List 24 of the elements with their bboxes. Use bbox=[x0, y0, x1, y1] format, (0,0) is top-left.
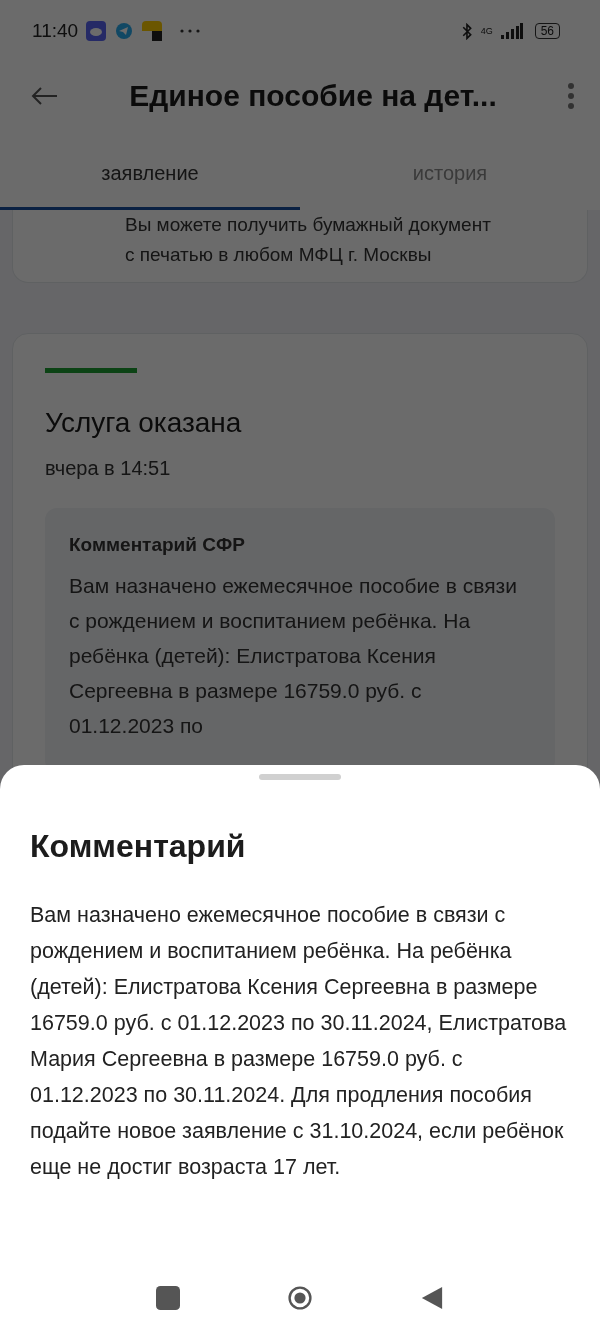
comment-title: Комментарий СФР bbox=[69, 534, 245, 555]
comment-text: Вам назначено ежемесячное пособие в связи с рождением и воспитанием ребёнка. На ребёнка (детей): Елистратова Ксения Сергеевна в размере 16759.0 руб. с 01.12.2023 по 30.11.2024, Елистратова Мария Сергеевна в размере 16759.0 руб. с 01.12.2023 по 30.11.2024. Для продления пособия подайте новое заявление с 31.10.2024, если ребёнок еще не достиг возраста 17 лет. bbox=[30, 902, 568, 1181]
status-time: 11:40 bbox=[32, 20, 79, 42]
more-options-icon[interactable] bbox=[568, 83, 574, 109]
recent-apps-icon[interactable] bbox=[156, 1286, 180, 1310]
status-time-text: вчера в 14:51 bbox=[45, 457, 172, 480]
sheet-title: Комментарий bbox=[30, 828, 247, 865]
back-arrow-icon[interactable] bbox=[30, 86, 58, 106]
back-icon[interactable] bbox=[420, 1286, 444, 1310]
home-icon[interactable] bbox=[288, 1286, 312, 1310]
taxi-app-icon bbox=[142, 21, 163, 41]
paper-plane-icon bbox=[114, 21, 135, 41]
chat-app-icon bbox=[86, 21, 107, 41]
status-title: Услуга оказана bbox=[45, 407, 243, 439]
drag-handle[interactable] bbox=[259, 774, 341, 780]
bluetooth-icon bbox=[461, 22, 473, 40]
signal-icon bbox=[500, 23, 523, 39]
page-title: Единое пособие на дет... bbox=[128, 79, 498, 113]
comment-text: Вам назначено ежемесячное пособие в связи с рождением и воспитанием ребёнка. На ребёнка (детей): Елистратова Ксения Сергеевна в размере 16759.0 руб. с 01.12.2023 по bbox=[69, 573, 518, 739]
info-text: Вы можете получить бумажный документ bbox=[125, 213, 492, 237]
more-notifications-icon bbox=[180, 29, 201, 33]
info-text: с печатью в любом МФЦ г. Москвы bbox=[125, 243, 433, 267]
battery-indicator: 56 bbox=[534, 23, 560, 39]
network-type: 4G bbox=[480, 26, 493, 36]
